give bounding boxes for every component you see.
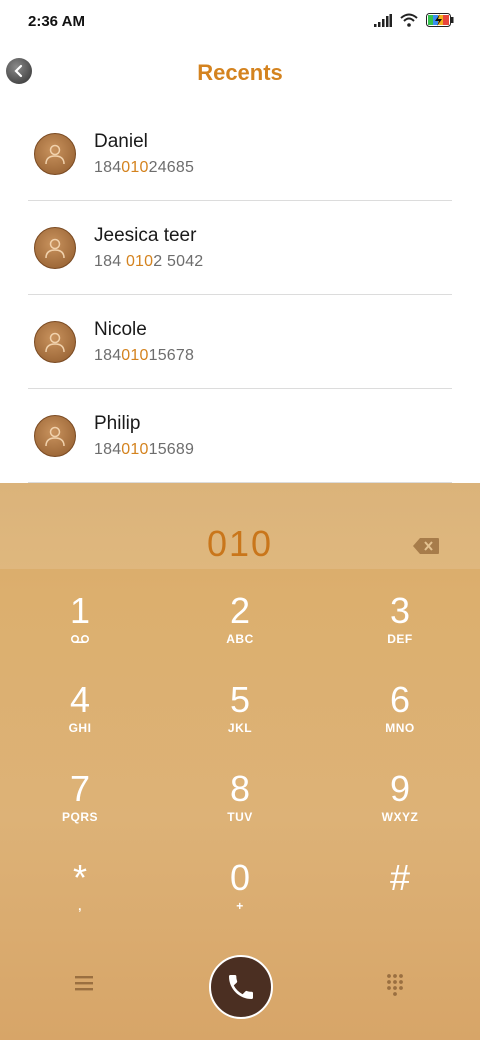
key-digit: 4 bbox=[69, 679, 91, 720]
key-letters: JKL bbox=[227, 721, 253, 735]
dialpad-icon bbox=[387, 974, 403, 996]
call-button[interactable] bbox=[209, 955, 273, 1019]
avatar bbox=[34, 227, 76, 269]
key-letters: + bbox=[236, 899, 244, 913]
key-digit: 6 bbox=[389, 679, 411, 720]
key-9[interactable]: 9 WXYZ bbox=[320, 769, 480, 857]
key-digit: 7 bbox=[69, 768, 91, 809]
key-6[interactable]: 6 MNO bbox=[320, 680, 480, 768]
key-digit: # bbox=[389, 857, 411, 898]
header: Recents bbox=[0, 44, 480, 104]
key-digit: * bbox=[72, 857, 87, 898]
person-icon bbox=[45, 238, 65, 259]
key-8[interactable]: 8 TUV bbox=[160, 769, 320, 857]
wifi-icon bbox=[400, 13, 418, 27]
menu-button[interactable] bbox=[72, 973, 96, 998]
key-digit: 3 bbox=[389, 590, 411, 631]
dialpad-button[interactable] bbox=[385, 973, 405, 1002]
contact-number: 18401015689 bbox=[94, 441, 195, 458]
dialer-bottom-bar bbox=[0, 953, 480, 1023]
avatar bbox=[34, 321, 76, 363]
contact-number: 184 0102 5042 bbox=[94, 253, 204, 270]
key-7[interactable]: 7 PQRS bbox=[0, 769, 160, 857]
contact-number: 18401015678 bbox=[94, 347, 195, 364]
avatar bbox=[34, 133, 76, 175]
key-digit: 0 bbox=[229, 857, 251, 898]
contact-row[interactable]: Daniel 18401024685 bbox=[28, 107, 452, 201]
status-icons bbox=[374, 13, 454, 27]
contact-row[interactable]: Nicole 18401015678 bbox=[28, 295, 452, 389]
status-time: 2:36 AM bbox=[28, 13, 85, 30]
key-letters: DEF bbox=[387, 632, 413, 646]
key-digit: 8 bbox=[229, 768, 251, 809]
key-digit: 2 bbox=[229, 590, 251, 631]
key-digit: 5 bbox=[229, 679, 251, 720]
key-letters: PQRS bbox=[61, 810, 98, 824]
backspace-icon bbox=[413, 538, 439, 554]
person-icon bbox=[45, 426, 65, 447]
key-0[interactable]: 0 + bbox=[160, 858, 320, 946]
phone-icon bbox=[229, 975, 253, 999]
key-digit: 9 bbox=[389, 768, 411, 809]
contact-name: Daniel bbox=[94, 131, 148, 152]
contact-number: 18401024685 bbox=[94, 159, 195, 176]
key-letters: , bbox=[78, 899, 82, 913]
person-icon bbox=[45, 332, 65, 353]
contact-name: Nicole bbox=[94, 319, 147, 340]
key-hash[interactable]: # bbox=[320, 858, 480, 946]
contact-name: Philip bbox=[94, 413, 141, 434]
key-letters: TUV bbox=[227, 810, 253, 824]
key-letters: MNO bbox=[385, 721, 415, 735]
key-letters: ABC bbox=[226, 632, 254, 646]
page-title: Recents bbox=[197, 60, 283, 85]
person-icon bbox=[45, 144, 65, 165]
key-2[interactable]: 2 ABC bbox=[160, 591, 320, 679]
backspace-button[interactable] bbox=[412, 537, 440, 560]
contact-name: Jeesica teer bbox=[94, 225, 197, 246]
contact-list: Daniel 18401024685 Jeesica teer 184 0102… bbox=[28, 107, 452, 483]
dialer-panel: 010 1 2 ABC 3 DEF 4 GHI 5 JKL 6 MNO 7 PQ… bbox=[0, 483, 480, 1040]
menu-icon bbox=[75, 976, 93, 991]
key-letters: GHI bbox=[68, 721, 92, 735]
voicemail-icon bbox=[70, 634, 90, 644]
battery-icon bbox=[426, 13, 454, 27]
contact-row[interactable]: Philip 18401015689 bbox=[28, 389, 452, 483]
dial-input[interactable]: 010 bbox=[0, 523, 480, 565]
key-letters: WXYZ bbox=[381, 810, 419, 824]
signal-icon bbox=[374, 13, 392, 27]
avatar bbox=[34, 415, 76, 457]
key-5[interactable]: 5 JKL bbox=[160, 680, 320, 768]
key-1[interactable]: 1 bbox=[0, 591, 160, 679]
key-4[interactable]: 4 GHI bbox=[0, 680, 160, 768]
contact-row[interactable]: Jeesica teer 184 0102 5042 bbox=[28, 201, 452, 295]
key-digit: 1 bbox=[69, 590, 91, 631]
status-bar: 2:36 AM bbox=[0, 0, 480, 44]
key-3[interactable]: 3 DEF bbox=[320, 591, 480, 679]
key-star[interactable]: * , bbox=[0, 858, 160, 946]
